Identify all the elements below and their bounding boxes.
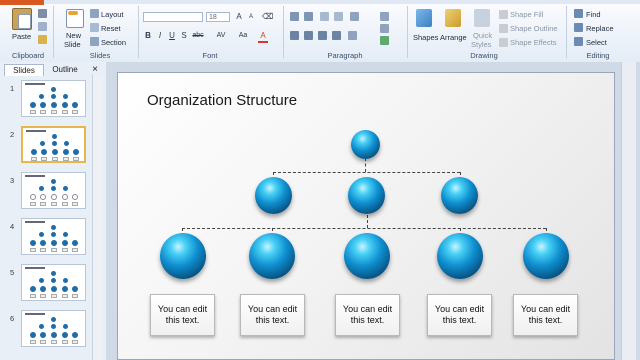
text-card[interactable]: You can edit this text.	[335, 294, 400, 336]
text-card[interactable]: You can edit this text.	[150, 294, 215, 336]
org-node-top[interactable]	[351, 130, 380, 159]
org-node-level2[interactable]	[348, 177, 385, 214]
org-chart: You can edit this text. You can edit thi…	[0, 0, 640, 360]
org-node-level3[interactable]	[160, 233, 206, 279]
org-node-level3[interactable]	[344, 233, 390, 279]
connector-line	[367, 215, 368, 228]
org-node-level2[interactable]	[255, 177, 292, 214]
org-node-level3[interactable]	[437, 233, 483, 279]
text-card[interactable]: You can edit this text.	[513, 294, 578, 336]
editor-scrollbar[interactable]	[621, 62, 636, 360]
text-card[interactable]: You can edit this text.	[427, 294, 492, 336]
connector-line	[273, 172, 460, 173]
org-node-level3[interactable]	[523, 233, 569, 279]
org-node-level2[interactable]	[441, 177, 478, 214]
connector-line	[182, 228, 546, 229]
connector-line	[365, 158, 366, 172]
org-node-level3[interactable]	[249, 233, 295, 279]
text-card[interactable]: You can edit this text.	[240, 294, 305, 336]
